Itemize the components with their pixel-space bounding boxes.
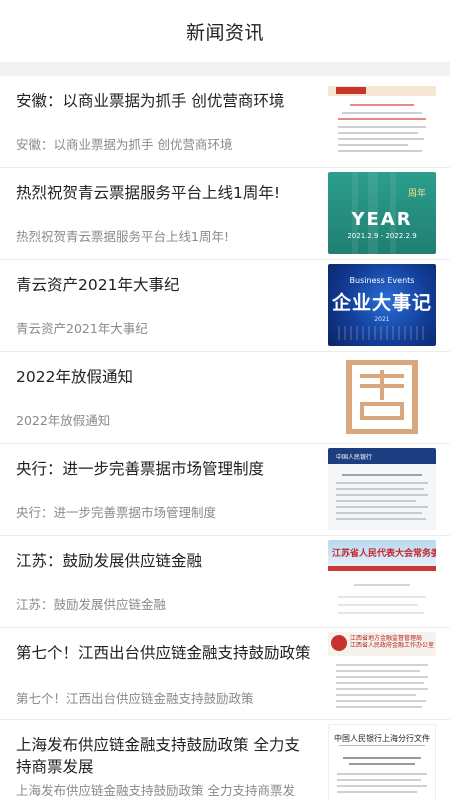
news-subtitle: 第七个！江西出台供应链金融支持鼓励政策: [16, 691, 254, 706]
news-item[interactable]: 安徽：以商业票据为抓手 创优营商环境 安徽：以商业票据为抓手 创优营商环境: [0, 76, 450, 168]
year-date: 2021.2.9 - 2022.2.9: [347, 232, 417, 240]
news-title: 2022年放假通知: [16, 368, 133, 386]
year-text: YEAR: [351, 209, 413, 230]
news-item[interactable]: 央行：进一步完善票据市场管理制度 央行：进一步完善票据市场管理制度 中国人民银行: [0, 444, 450, 536]
news-title: 第七个！江西出台供应链金融支持鼓励政策: [16, 644, 311, 662]
news-title: 江苏：鼓励发展供应链金融: [16, 552, 203, 570]
news-subtitle: 央行：进一步完善票据市场管理制度: [16, 505, 217, 520]
anniversary-poster-icon: 周年 YEAR 2021.2.9 - 2022.2.9: [328, 172, 436, 254]
page-title: 新闻资讯: [185, 21, 264, 44]
business-events-poster-icon: Business Events 企业大事记 2021: [328, 264, 436, 346]
biz-en: Business Events: [349, 276, 415, 285]
header-divider: [0, 62, 450, 76]
news-title: 央行：进一步完善票据市场管理制度: [16, 460, 265, 478]
jiangxi-document-icon: 江西省地方金融监督管理局 江西省人民政府金融工作办公室: [328, 632, 436, 714]
news-subtitle: 2022年放假通知: [16, 413, 111, 428]
news-title: 青云资产2021年大事纪: [16, 276, 180, 294]
news-title: 热烈祝贺青云票据服务平台上线1周年!: [16, 184, 281, 202]
page-header: 新闻资讯: [0, 0, 450, 62]
pboc-head: 中国人民银行上海分行文件: [334, 734, 430, 743]
central-bank-document-icon: 中国人民银行: [328, 448, 436, 530]
government-document-icon: [328, 80, 436, 162]
news-item[interactable]: 江苏：鼓励发展供应链金融 江苏：鼓励发展供应链金融 江苏省人民代表大会常务委员会: [0, 536, 450, 628]
bank-name: 中国人民银行: [336, 454, 373, 461]
news-item[interactable]: 青云资产2021年大事纪 青云资产2021年大事纪 Business Event…: [0, 260, 450, 352]
news-subtitle: 热烈祝贺青云票据服务平台上线1周年!: [16, 229, 229, 244]
news-title: 上海发布供应链金融支持鼓励政策 全力支持商票发展: [16, 736, 300, 776]
news-subtitle: 青云资产2021年大事纪: [16, 321, 148, 336]
jiangsu-name: 江苏省人民代表大会常务委员会: [332, 549, 436, 559]
biz-year: 2021: [374, 316, 390, 323]
biz-cn: 企业大事记: [331, 292, 432, 314]
news-item[interactable]: 第七个！江西出台供应链金融支持鼓励政策 第七个！江西出台供应链金融支持鼓励政策 …: [0, 628, 450, 720]
holiday-notice-icon: [328, 356, 436, 438]
news-item[interactable]: 2022年放假通知 2022年放假通知: [0, 352, 450, 444]
news-list[interactable]: 安徽：以商业票据为抓手 创优营商环境 安徽：以商业票据为抓手 创优营商环境 热烈…: [0, 76, 450, 800]
jiangsu-document-icon: 江苏省人民代表大会常务委员会: [328, 540, 436, 622]
news-item[interactable]: 上海发布供应链金融支持鼓励政策 全力支持商票发展 上海发布供应链金融支持鼓励政策…: [0, 720, 450, 800]
news-subtitle: 安徽：以商业票据为抓手 创优营商环境: [16, 137, 233, 152]
news-item[interactable]: 热烈祝贺青云票据服务平台上线1周年! 热烈祝贺青云票据服务平台上线1周年! 周年…: [0, 168, 450, 260]
shanghai-document-icon: 中国人民银行上海分行文件: [328, 724, 436, 800]
news-subtitle: 上海发布供应链金融支持鼓励政策 全力支持商票发: [16, 783, 295, 798]
news-subtitle: 江苏：鼓励发展供应链金融: [16, 597, 167, 612]
news-title: 安徽：以商业票据为抓手 创优营商环境: [16, 92, 285, 110]
